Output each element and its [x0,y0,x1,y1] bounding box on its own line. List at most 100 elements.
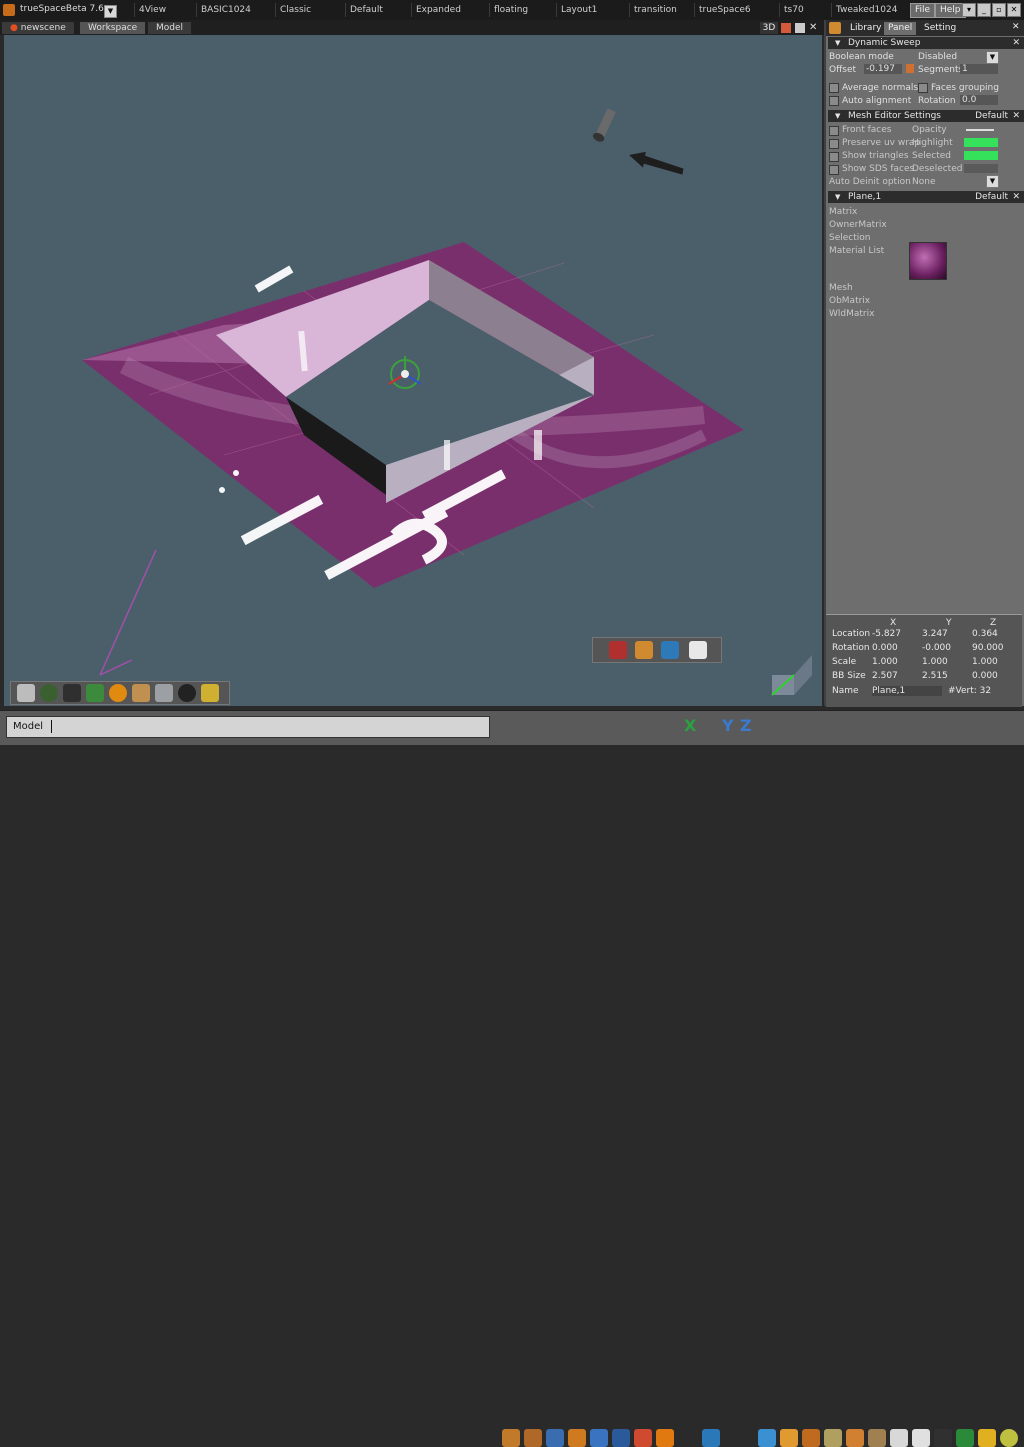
plane-item-mesh[interactable]: Mesh [829,283,853,293]
segments-field[interactable]: 1 [960,64,998,74]
page-tool-icon[interactable] [689,641,707,659]
material-thumbnail[interactable] [909,242,947,280]
location-x[interactable]: -5.827 [872,629,901,639]
lasso-icon[interactable] [758,1429,776,1447]
redo-icon[interactable] [524,1429,542,1447]
render-icon[interactable] [890,1429,908,1447]
eraser-tool-icon[interactable] [155,684,173,702]
scale-z[interactable]: 1.000 [972,657,998,667]
viewport-close-icon[interactable]: ✕ [809,22,817,33]
offset-stepper-icon[interactable] [906,64,914,73]
boolean-mode-dropdown[interactable]: ▼ [986,51,999,64]
torus-object-icon[interactable] [178,684,196,702]
bbsize-y[interactable]: 2.515 [922,671,948,681]
model-status-field[interactable]: Model [6,716,490,738]
plane-item-wldmatrix[interactable]: WldMatrix [829,309,874,319]
auto-deinit-value[interactable]: None [912,177,935,187]
sphere-icon[interactable] [1000,1429,1018,1447]
front-faces-checkbox[interactable] [829,126,839,136]
layout-tab-classic[interactable]: Classic [275,3,315,17]
plane-header[interactable]: ▼ Plane,1 Default ✕ [828,191,1024,203]
package-icon[interactable] [846,1429,864,1447]
average-normals-checkbox[interactable] [829,83,839,93]
plane-item-selection[interactable]: Selection [829,233,870,243]
3d-viewport[interactable] [4,35,822,706]
viewport-restore-icon[interactable] [795,23,805,33]
plane-item-material-list[interactable]: Material List [829,246,884,256]
view-mode-label[interactable]: 3D [760,22,778,34]
layout-tab-ts70[interactable]: ts70 [779,3,808,17]
cube-object-icon[interactable] [63,684,81,702]
close-button[interactable]: ✕ [1007,3,1021,17]
location-y[interactable]: 3.247 [922,629,948,639]
tab-model[interactable]: Model [148,22,192,34]
brush-icon[interactable] [824,1429,842,1447]
auto-deinit-dropdown[interactable]: ▼ [986,175,999,188]
move-icon[interactable] [656,1429,674,1447]
rotation-z[interactable]: 90.000 [972,643,1004,653]
layer-icon[interactable] [590,1429,608,1447]
layout-tab-tweaked1024[interactable]: Tweaked1024 [831,3,901,17]
materials-icon[interactable] [868,1429,886,1447]
help-menu-button[interactable]: Help [935,3,966,18]
select-arrow-icon[interactable] [17,684,35,702]
faces-grouping-checkbox[interactable] [918,83,928,93]
layout-tab-transition[interactable]: transition [629,3,681,17]
show-sds-checkbox[interactable] [829,165,839,175]
plane-item-obmatrix[interactable]: ObMatrix [829,296,870,306]
section-close-icon[interactable]: ✕ [1012,37,1020,49]
axis-y-icon[interactable] [702,1429,720,1447]
mesh-editor-header[interactable]: ▼ Mesh Editor Settings Default ✕ [828,110,1024,122]
scale-y[interactable]: 1.000 [922,657,948,667]
layout-tab-basic1024[interactable]: BASIC1024 [196,3,255,17]
scale-x[interactable]: 1.000 [872,657,898,667]
paint-icon[interactable] [780,1429,798,1447]
undo-icon[interactable] [502,1429,520,1447]
layout-tab-truespace6[interactable]: trueSpace6 [694,3,755,17]
camera-icon[interactable] [934,1429,952,1447]
gizmo-tool-icon[interactable] [201,684,219,702]
maximize-button[interactable]: ▫ [992,3,1006,17]
boolean-mode-value[interactable]: Disabled [918,52,957,62]
rotation-y[interactable]: -0.000 [922,643,951,653]
bbsize-x[interactable]: 2.507 [872,671,898,681]
orange-sphere-icon[interactable] [109,684,127,702]
layout-tab-expanded[interactable]: Expanded [411,3,465,17]
tab-workspace[interactable]: Workspace [80,22,146,34]
tab-panel[interactable]: Panel [884,22,917,35]
location-z[interactable]: 0.364 [972,629,998,639]
opacity-slider[interactable] [966,129,994,131]
link-icon[interactable] [546,1429,564,1447]
selected-color-swatch[interactable] [964,151,998,160]
globe-tool-icon[interactable] [661,641,679,659]
home-icon[interactable] [634,1429,652,1447]
layout-tab-4view[interactable]: 4View [134,3,170,17]
show-triangles-checkbox[interactable] [829,152,839,162]
rotation-field[interactable]: 0.0 [960,95,998,105]
file-menu-button[interactable]: File [910,3,936,18]
name-field[interactable]: Plane,1 [872,686,942,696]
dynamic-sweep-header[interactable]: ▼ Dynamic Sweep ✕ [828,37,1024,49]
axis-z-toggle[interactable]: Z [740,716,752,735]
panel-close-icon[interactable]: ✕ [1012,22,1020,32]
axis-x-toggle[interactable]: X [684,716,696,735]
deselected-color-swatch[interactable] [964,164,998,173]
axis-y-toggle[interactable]: Y [722,716,734,735]
section-close-icon[interactable]: ✕ [1012,191,1020,203]
rotation-x[interactable]: 0.000 [872,643,898,653]
sphere-object-icon[interactable] [40,684,58,702]
viewport-dropdown-icon[interactable] [781,23,791,33]
paint-tool-icon[interactable] [635,641,653,659]
light-icon[interactable] [956,1429,974,1447]
tab-setting[interactable]: Setting [920,22,960,35]
brush-tool-icon[interactable] [132,684,150,702]
layout-tab-default[interactable]: Default [345,3,387,17]
layout-dropdown-button[interactable]: ▼ [104,5,117,18]
offset-field[interactable]: -0.197 [864,64,902,74]
object-paint-icon[interactable] [568,1429,586,1447]
sun-icon[interactable] [978,1429,996,1447]
bucket-icon[interactable] [802,1429,820,1447]
bbsize-z[interactable]: 0.000 [972,671,998,681]
plane-item-matrix[interactable]: Matrix [829,207,857,217]
sweep-tool-icon[interactable] [609,641,627,659]
